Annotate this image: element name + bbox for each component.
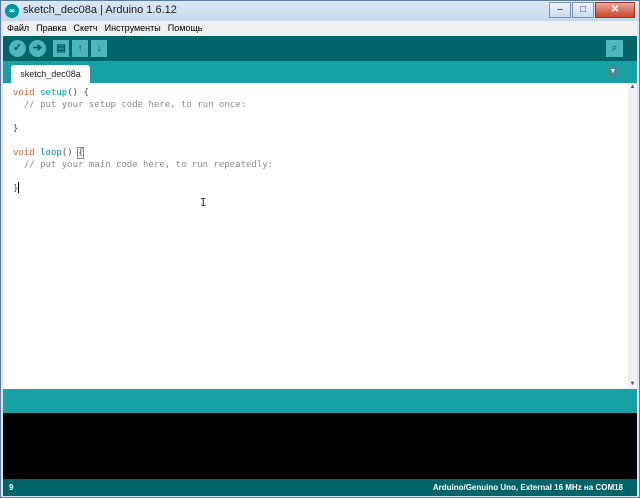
close-icon[interactable]: ✕ xyxy=(595,2,635,18)
code-line: // put your main code here, to run repea… xyxy=(13,160,274,170)
code-line: // put your setup code here, to run once… xyxy=(13,100,246,110)
keyword-void: void xyxy=(13,88,35,98)
arrow-up-icon: ↑ xyxy=(77,43,83,54)
tab-sketch[interactable]: sketch_dec08a xyxy=(11,65,90,83)
text-cursor xyxy=(18,182,19,193)
window-title: sketch_dec08a | Arduino 1.6.12 xyxy=(23,4,177,16)
arrow-down-icon: ↓ xyxy=(96,43,102,54)
ibeam-cursor-icon: I xyxy=(200,196,207,209)
maximize-icon[interactable]: □ xyxy=(572,2,594,18)
checkmark-icon: ✓ xyxy=(12,42,23,54)
console-output[interactable] xyxy=(3,413,637,479)
magnifier-icon: ⌕ xyxy=(611,42,618,54)
upload-button[interactable]: ➔ xyxy=(29,40,46,57)
title-bar: ∞ sketch_dec08a | Arduino 1.6.12 – □ ✕ xyxy=(1,1,639,21)
function-loop: loop xyxy=(40,148,62,158)
vertical-scrollbar[interactable]: ▲ ▼ xyxy=(628,83,637,389)
matched-bracket: { xyxy=(76,147,85,159)
arrow-right-icon: ➔ xyxy=(32,42,43,54)
function-setup: setup xyxy=(40,88,68,98)
line-number: 9 xyxy=(9,483,14,492)
toolbar: ✓ ➔ ▤ ↑ ↓ ⌕ xyxy=(3,36,637,61)
status-bar: 9 Arduino/Genuino Uno, External 16 MHz н… xyxy=(3,479,637,496)
arduino-ide-window: ∞ sketch_dec08a | Arduino 1.6.12 – □ ✕ Ф… xyxy=(0,0,640,498)
arduino-logo-icon: ∞ xyxy=(5,4,19,18)
triangle-down-icon[interactable]: ▼ xyxy=(607,66,619,78)
menu-bar: Файл Правка Скетч Инструменты Помощь xyxy=(3,21,637,36)
minimize-icon[interactable]: – xyxy=(549,2,571,18)
new-sketch-button[interactable]: ▤ xyxy=(53,40,69,57)
verify-button[interactable]: ✓ xyxy=(9,40,26,57)
code-line: } xyxy=(13,124,19,134)
tab-strip: sketch_dec08a ▼ xyxy=(3,61,637,83)
menu-edit[interactable]: Правка xyxy=(32,21,69,36)
code-editor[interactable]: void setup() { // put your setup code he… xyxy=(3,83,637,389)
scroll-down-icon[interactable]: ▼ xyxy=(628,380,637,389)
menu-file[interactable]: Файл xyxy=(3,21,32,36)
menu-tools[interactable]: Инструменты xyxy=(101,21,164,36)
message-area xyxy=(3,389,637,413)
save-sketch-button[interactable]: ↓ xyxy=(91,40,107,57)
serial-monitor-button[interactable]: ⌕ xyxy=(606,40,623,57)
scroll-up-icon[interactable]: ▲ xyxy=(628,83,637,92)
code-text[interactable]: void setup() { // put your setup code he… xyxy=(13,87,273,195)
code-line: void setup() { xyxy=(13,88,89,98)
menu-help[interactable]: Помощь xyxy=(164,21,206,36)
code-line: void loop() { xyxy=(13,147,85,159)
open-sketch-button[interactable]: ↑ xyxy=(72,40,88,57)
new-document-icon: ▤ xyxy=(56,43,66,54)
menu-sketch[interactable]: Скетч xyxy=(70,21,101,36)
board-info: Arduino/Genuino Uno, External 16 MHz на … xyxy=(432,483,623,492)
keyword-void: void xyxy=(13,148,35,158)
window-controls: – □ ✕ xyxy=(548,2,635,19)
